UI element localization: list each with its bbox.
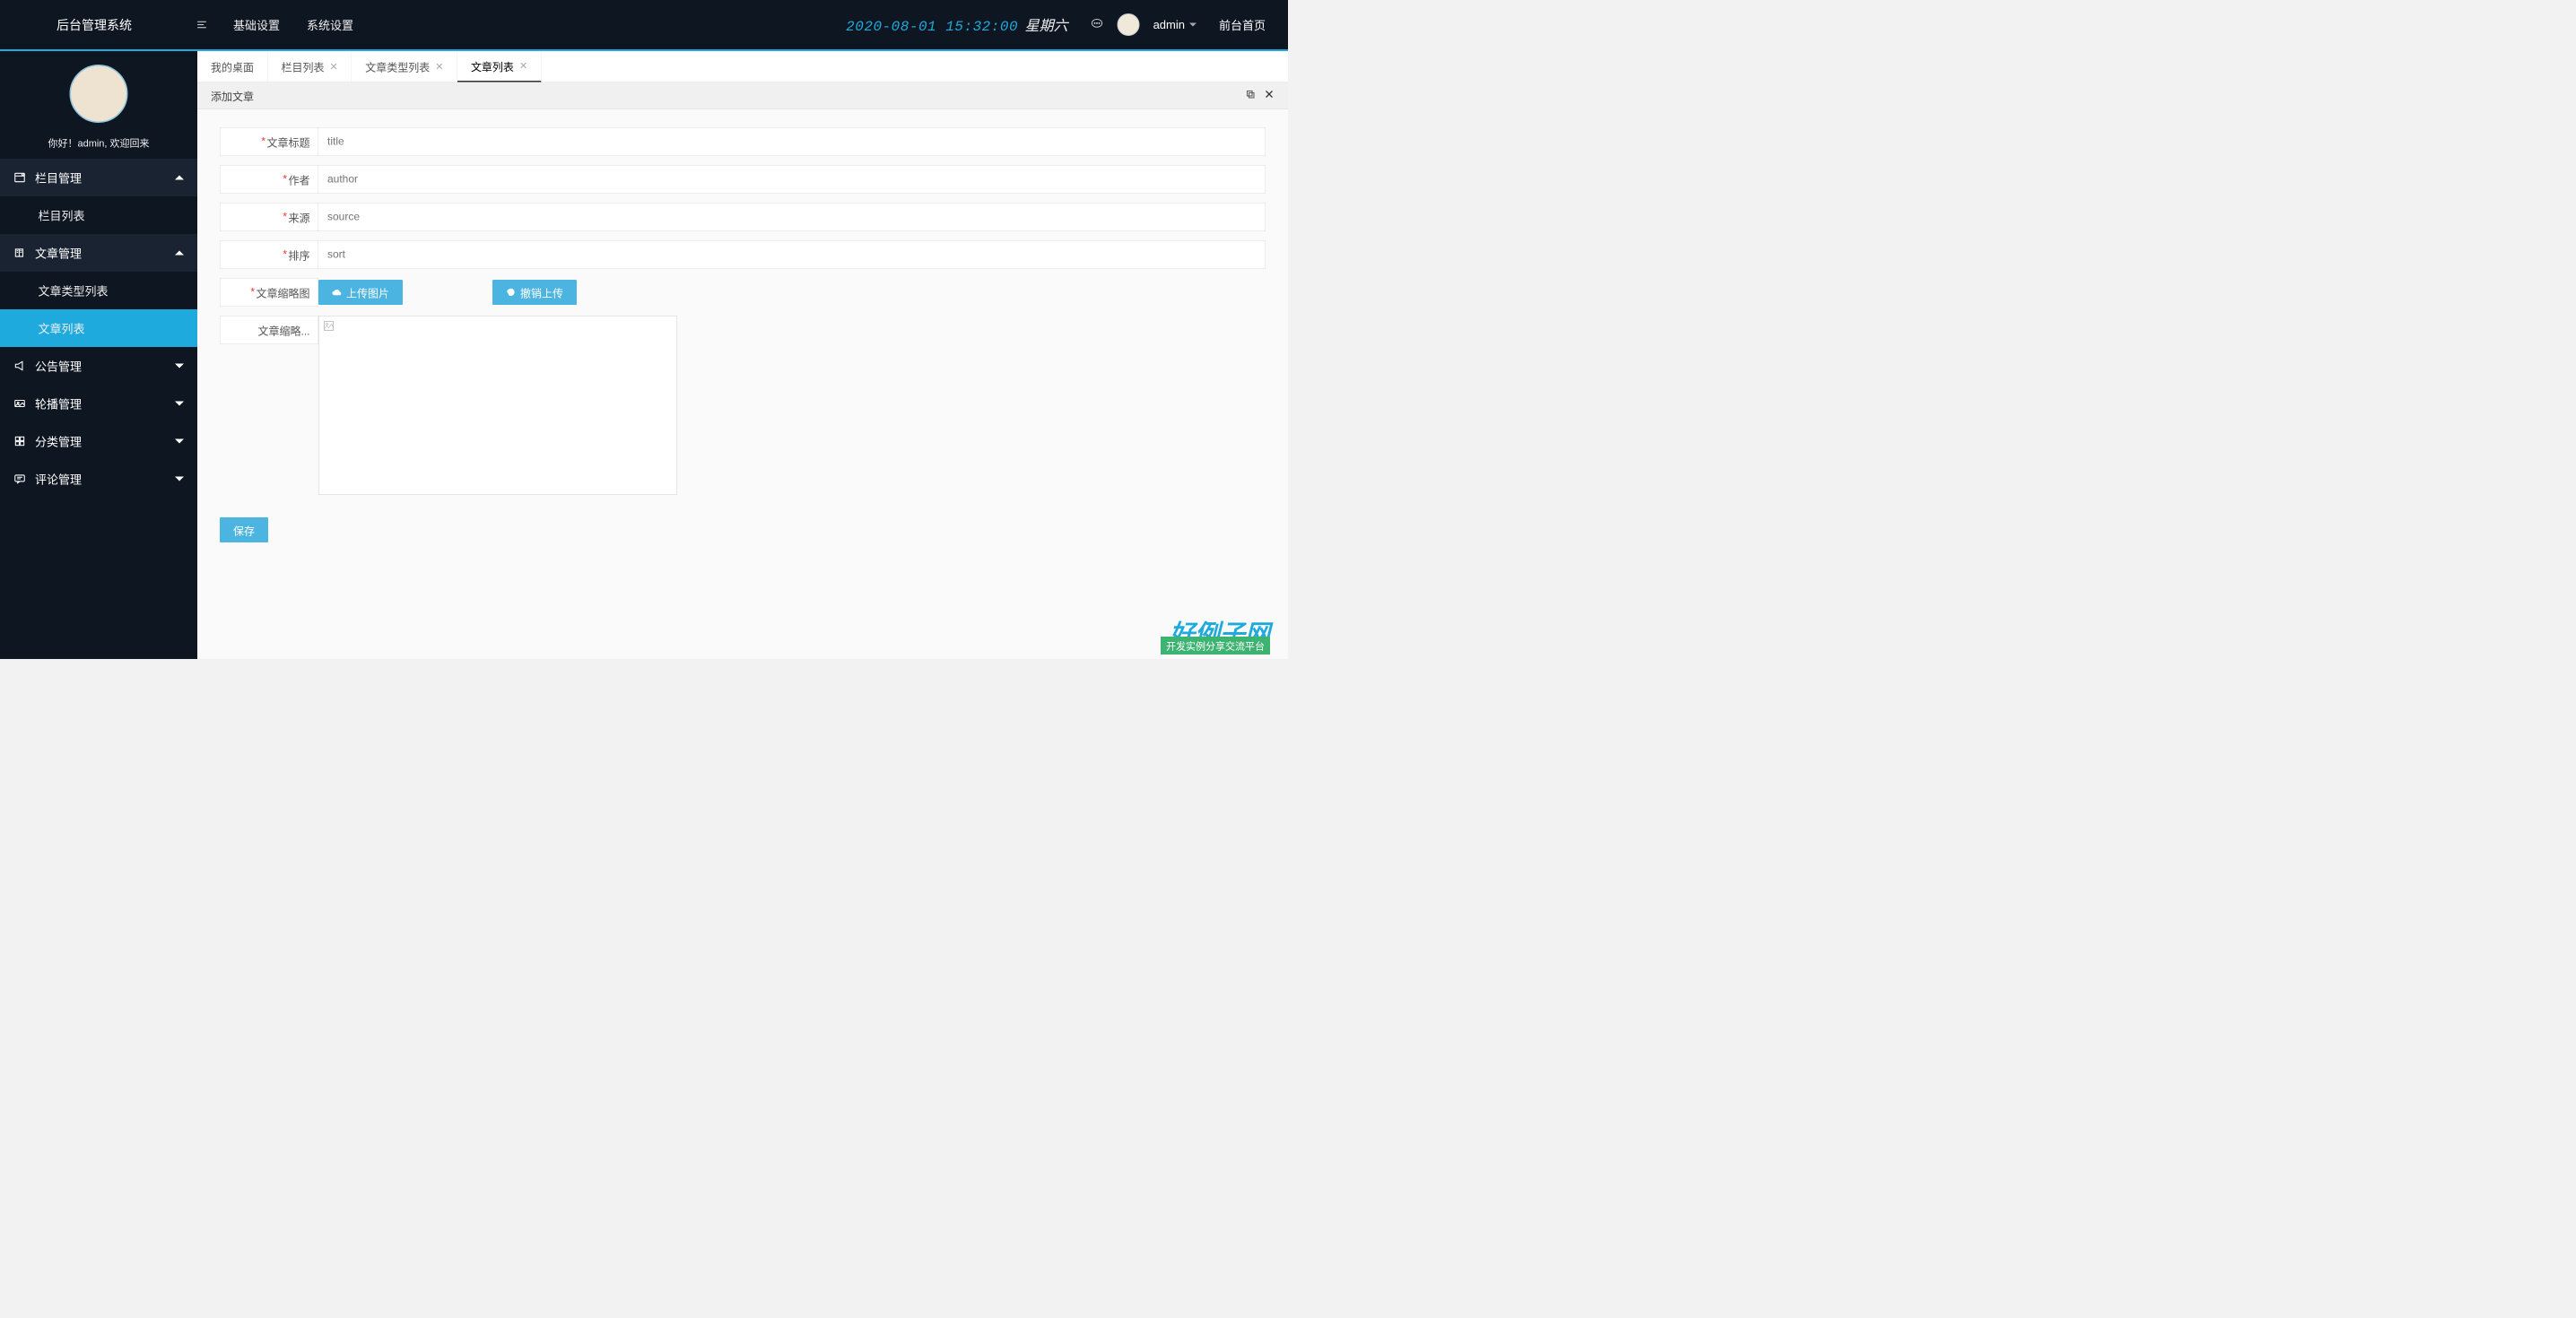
front-link[interactable]: 前台首页 <box>1219 16 1266 33</box>
revoke-button[interactable]: 撤销上传 <box>492 280 577 305</box>
sidebar-item-article-type[interactable]: 文章类型列表 <box>0 272 197 309</box>
nav-group-article[interactable]: 文章管理 <box>0 234 197 272</box>
menu-toggle-icon[interactable] <box>188 19 215 30</box>
sidebar-item-article-list[interactable]: 文章列表 <box>0 309 197 347</box>
welcome-text: 你好！admin, 欢迎回来 <box>0 135 197 150</box>
arrow-down-icon <box>175 477 184 481</box>
sidebar: 你好！admin, 欢迎回来 栏目管理 栏目列表 文章管理 文章类型列表 文章列… <box>0 51 197 659</box>
nav-group-category[interactable]: 分类管理 <box>0 422 197 460</box>
tab-article-type[interactable]: 文章类型列表✕ <box>352 51 457 82</box>
nav-group-comment[interactable]: 评论管理 <box>0 460 197 498</box>
close-icon[interactable] <box>1264 89 1275 103</box>
nav-group-column[interactable]: 栏目管理 <box>0 159 197 196</box>
title-input[interactable] <box>318 127 1266 156</box>
panel-header: 添加文章 <box>197 82 1288 109</box>
top-menu-basic[interactable]: 基础设置 <box>233 16 280 33</box>
sort-input[interactable] <box>318 240 1266 269</box>
username: admin <box>1153 18 1185 32</box>
watermark-sub: 开发实例分享交流平台 <box>1161 637 1270 655</box>
close-icon[interactable]: ✕ <box>330 61 338 73</box>
tab-desktop[interactable]: 我的桌面 <box>197 51 268 82</box>
header: 后台管理系统 基础设置 系统设置 2020-08-01 15:32:00 星期六… <box>0 0 1288 49</box>
logo: 后台管理系统 <box>0 16 188 34</box>
top-menu-system[interactable]: 系统设置 <box>307 16 353 33</box>
caret-down-icon <box>1189 23 1197 27</box>
close-icon[interactable]: ✕ <box>435 61 443 73</box>
panel-title: 添加文章 <box>211 88 254 104</box>
nav-group-notice[interactable]: 公告管理 <box>0 347 197 385</box>
label-title: *文章标题 <box>220 127 318 156</box>
top-menu: 基础设置 系统设置 <box>233 16 353 33</box>
avatar-big[interactable] <box>70 65 128 123</box>
label-preview: 文章缩略... <box>220 316 318 344</box>
user-block: 你好！admin, 欢迎回来 <box>0 51 197 159</box>
upload-button[interactable]: 上传图片 <box>318 280 403 305</box>
label-author: *作者 <box>220 165 318 194</box>
thumb-preview <box>318 316 677 495</box>
label-sort: *排序 <box>220 240 318 269</box>
save-button[interactable]: 保存 <box>220 517 268 542</box>
arrow-down-icon <box>175 364 184 369</box>
avatar-small[interactable] <box>1118 13 1140 36</box>
author-input[interactable] <box>318 165 1266 194</box>
arrow-down-icon <box>175 402 184 406</box>
close-icon[interactable]: ✕ <box>519 60 527 72</box>
label-source: *来源 <box>220 203 318 231</box>
nav-group-carousel[interactable]: 轮播管理 <box>0 385 197 422</box>
label-thumb: *文章缩略图 <box>220 278 318 307</box>
arrow-up-icon <box>175 251 184 256</box>
source-input[interactable] <box>318 203 1266 231</box>
tab-article-list[interactable]: 文章列表✕ <box>457 51 542 82</box>
broken-image-icon <box>324 321 335 332</box>
arrow-up-icon <box>175 176 184 180</box>
weekday: 星期六 <box>1025 14 1068 35</box>
tab-column-list[interactable]: 栏目列表✕ <box>268 51 352 82</box>
chat-icon[interactable] <box>1091 17 1104 33</box>
tabs: 我的桌面 栏目列表✕ 文章类型列表✕ 文章列表✕ <box>197 51 1288 82</box>
datetime-display: 2020-08-01 15:32:00 星期六 <box>846 14 1067 35</box>
watermark-logo: 好例子网 <box>1170 614 1270 651</box>
user-dropdown[interactable]: admin <box>1153 18 1197 32</box>
form-area: *文章标题 *作者 *来源 *排序 *文章缩略图 <box>197 109 1288 659</box>
main: 我的桌面 栏目列表✕ 文章类型列表✕ 文章列表✕ 添加文章 *文章标题 <box>197 51 1288 659</box>
sidebar-item-column-list[interactable]: 栏目列表 <box>0 196 197 234</box>
arrow-down-icon <box>175 439 184 444</box>
datetime: 2020-08-01 15:32:00 <box>846 19 1018 36</box>
maximize-icon[interactable] <box>1245 89 1256 103</box>
